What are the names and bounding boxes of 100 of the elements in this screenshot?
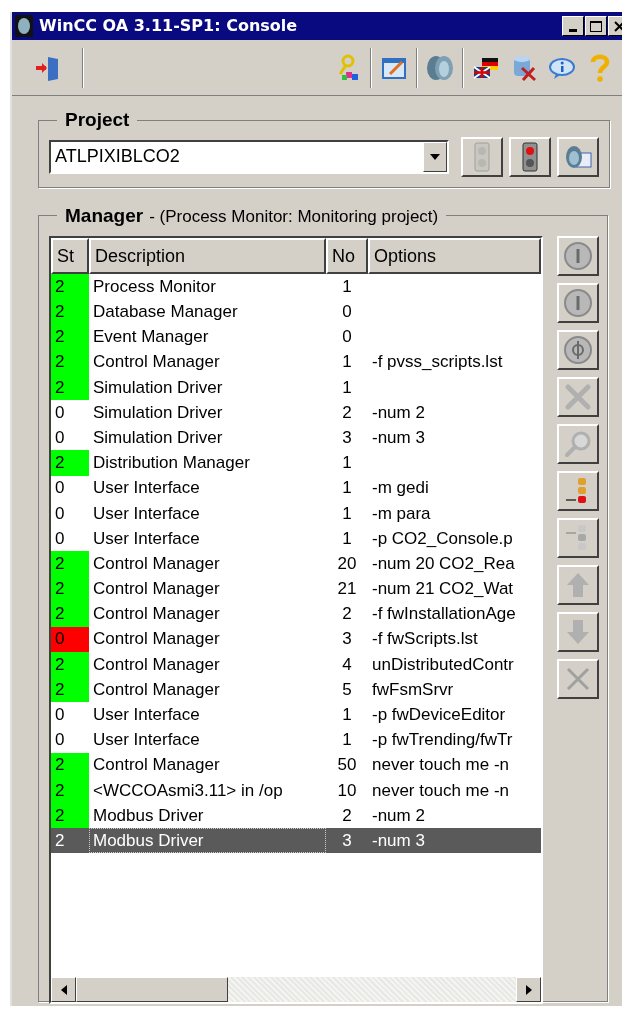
- manager-action-button[interactable]: [557, 565, 599, 605]
- manager-action-button[interactable]: [557, 471, 599, 511]
- manager-action-button[interactable]: [557, 283, 599, 323]
- table-cell-text: Control Manager: [92, 603, 221, 626]
- table-cell-text: -p fwTrending/fwTr: [371, 729, 514, 752]
- table-row[interactable]: 0 Simulation Driver 2 -num 2: [51, 399, 541, 426]
- manager-action-button[interactable]: [557, 377, 599, 417]
- table-cell-text: -m gedi: [371, 477, 430, 500]
- table-cell-text: -f fwInstallationAge: [371, 603, 517, 626]
- table-row[interactable]: 0 User Interface 1 -p fwTrending/fwTr: [51, 727, 541, 753]
- manager-action-button[interactable]: [557, 612, 599, 652]
- table-row[interactable]: 2 Event Manager 0: [51, 324, 541, 350]
- minimize-button[interactable]: [562, 16, 584, 36]
- table-cell-text: Control Manager: [92, 653, 221, 676]
- table-cell-text: 1: [341, 275, 353, 298]
- left-arrow-icon: [60, 984, 67, 995]
- table-row[interactable]: 2 Distribution Manager 1: [51, 450, 541, 476]
- column-header[interactable]: St: [51, 238, 89, 274]
- project-settings-button[interactable]: [557, 136, 599, 177]
- table-row[interactable]: 2 Modbus Driver 2 -num 2: [51, 802, 541, 829]
- table-cell-text: Control Manager: [92, 351, 221, 374]
- table-row[interactable]: 2 Control Manager 1 -f pvss_scripts.lst: [51, 349, 541, 375]
- table-row[interactable]: 2 Simulation Driver 1: [51, 374, 541, 400]
- status-cell: 2: [51, 677, 89, 703]
- table-cell: Modbus Driver: [89, 828, 326, 854]
- table-row[interactable]: 0 User Interface 1 -m gedi: [51, 475, 541, 501]
- table-cell-text: 3: [341, 829, 353, 852]
- table-cell-text: User Interface: [92, 477, 201, 500]
- table-row[interactable]: 2 Modbus Driver 3 -num 3: [51, 828, 541, 854]
- status-cell: 2: [51, 450, 89, 476]
- manager-action-button[interactable]: [557, 518, 599, 558]
- table-row[interactable]: 2 Control Manager 50 never touch me -n: [51, 752, 541, 778]
- table-row[interactable]: 2 Process Monitor 1: [51, 274, 541, 300]
- table-row[interactable]: 0 Simulation Driver 3 -num 3: [51, 425, 541, 451]
- window-title: WinCC OA 3.11-SP1: Console: [39, 15, 299, 37]
- table-cell-text: Event Manager: [92, 326, 210, 349]
- status-cell: 2: [51, 651, 89, 677]
- table-cell-text: Control Manager: [92, 628, 221, 651]
- table-cell-text: -p fwDeviceEditor: [371, 704, 507, 727]
- table-cell-text: User Interface: [92, 527, 201, 550]
- table-cell-text: unDistributedContr: [371, 653, 515, 676]
- column-header[interactable]: No: [326, 238, 368, 274]
- table-cell-text: Control Manager: [92, 552, 221, 575]
- table-row[interactable]: 0 User Interface 1 -p CO2_Console.p: [51, 525, 541, 552]
- table-cell-text: User Interface: [92, 704, 201, 727]
- scroll-right-button[interactable]: [516, 977, 541, 1002]
- table-row[interactable]: 2 Control Manager 5 fwFsmSrvr: [51, 677, 541, 703]
- start-project-button[interactable]: [461, 136, 503, 177]
- manager-action-button[interactable]: [557, 659, 599, 699]
- magnifier-icon: [563, 429, 593, 459]
- table-cell-text: 20: [336, 552, 358, 575]
- table-row[interactable]: 0 User Interface 1 -p fwDeviceEditor: [51, 702, 541, 728]
- table-cell-text: 1: [341, 527, 353, 550]
- traffic-light-icon: [521, 141, 539, 172]
- close-icon: [613, 20, 622, 32]
- table-cell-text: -f pvss_scripts.lst: [371, 351, 504, 374]
- table-cell-text: Simulation Driver: [92, 426, 224, 449]
- caret-icon: [430, 153, 440, 160]
- maximize-button[interactable]: [585, 16, 607, 36]
- table-row[interactable]: 2 Database Manager 0: [51, 299, 541, 325]
- table-cell-text: Modbus Driver: [92, 804, 205, 827]
- table-row[interactable]: 0 User Interface 1 -m para: [51, 500, 541, 526]
- table-row[interactable]: 2 Control Manager 4 unDistributedContr: [51, 651, 541, 677]
- table-cell-text: -num 3: [371, 829, 426, 852]
- manager-action-button[interactable]: [557, 236, 599, 276]
- project-dropdown[interactable]: ATLPIXIBLCO2: [49, 139, 449, 174]
- table-cell-text: -num 20 CO2_Rea: [371, 552, 516, 575]
- table-cell-text: Distribution Manager: [92, 452, 251, 475]
- stop-project-button[interactable]: [509, 136, 551, 177]
- status-cell-text: 0: [54, 502, 66, 525]
- maximize-icon: [590, 20, 602, 32]
- column-header[interactable]: Description: [89, 238, 326, 274]
- table-row[interactable]: 2 Control Manager 21 -num 21 CO2_Wat: [51, 576, 541, 602]
- heads-icon: [425, 53, 455, 82]
- status-cell: 2: [51, 777, 89, 803]
- manager-action-button[interactable]: [557, 424, 599, 464]
- status-cell: 2: [51, 551, 89, 577]
- status-cell-text: 2: [54, 829, 66, 852]
- table-cell-text: 1: [341, 452, 353, 475]
- table-row[interactable]: 0 Control Manager 3 -f fwScripts.lst: [51, 626, 541, 652]
- table-cell-text: never touch me -n: [371, 779, 510, 802]
- table-cell-text: 5: [341, 678, 353, 701]
- table-row[interactable]: 2 <WCCOAsmi3.11> in /op 10 never touch me -n: [51, 777, 541, 803]
- table-row[interactable]: 2 Control Manager 2 -f fwInstallationAge: [51, 601, 541, 627]
- scroll-left-button[interactable]: [51, 977, 76, 1002]
- status-cell: 2: [51, 752, 89, 778]
- power-icon: [563, 288, 593, 318]
- table-cell-text: 1: [341, 477, 353, 500]
- table-cell-text: 2: [341, 401, 353, 424]
- table-cell-text: 3: [341, 628, 353, 651]
- power-icon: [563, 335, 593, 365]
- table-cell-text: <WCCOAsmi3.11> in /op: [92, 779, 284, 802]
- column-header[interactable]: Options: [368, 238, 541, 274]
- table-row[interactable]: 2 Control Manager 20 -num 20 CO2_Rea: [51, 551, 541, 577]
- table-cell-text: Control Manager: [92, 678, 221, 701]
- manager-action-button[interactable]: [557, 330, 599, 370]
- status-cell: 2: [51, 274, 89, 300]
- table-cell-text: 2: [341, 603, 353, 626]
- scrollbar-thumb[interactable]: [76, 977, 228, 1002]
- traffic-light-icon: [473, 141, 491, 172]
